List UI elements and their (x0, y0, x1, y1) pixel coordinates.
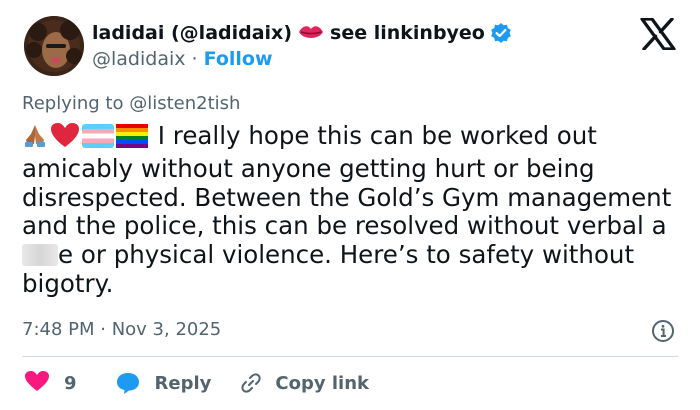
link-icon (241, 373, 261, 393)
reply-bubble-icon (116, 373, 139, 394)
replying-to: Replying to @listen2tish (22, 93, 240, 114)
info-icon[interactable] (651, 319, 675, 343)
action-bar: 9 Reply Copy link (24, 370, 369, 396)
avatar[interactable] (24, 16, 84, 76)
x-logo-icon[interactable] (640, 17, 676, 51)
censor-blur (22, 244, 58, 267)
verified-badge-icon (490, 22, 512, 44)
bio-link-text[interactable]: see linkinbyeo (330, 22, 485, 44)
rainbow-flag-icon (116, 124, 148, 155)
separator: · (191, 48, 198, 70)
handle[interactable]: @ladidaix (92, 48, 186, 70)
timestamp-link[interactable]: 7:48 PM · Nov 3, 2025 (22, 319, 221, 340)
tweet-text-part2: e or physical violence. Here’s to safety… (22, 240, 635, 298)
transgender-flag-icon (82, 124, 114, 155)
like-button[interactable]: 9 (24, 370, 77, 397)
tweet-text: I really hope this can be worked out ami… (22, 121, 692, 299)
like-count: 9 (64, 372, 77, 394)
tweet-embed-card: ladidai (@ladidaix) see linkinbyeo @ladi… (0, 0, 700, 410)
copy-link-label: Copy link (275, 372, 369, 394)
author-name-row: ladidai (@ladidaix) see linkinbyeo (92, 20, 512, 46)
red-heart-icon (50, 122, 80, 155)
display-name[interactable]: ladidai (@ladidaix) (92, 22, 292, 44)
copy-link-button[interactable]: Copy link (239, 371, 369, 395)
lips-icon (298, 23, 324, 43)
reply-mention-link[interactable]: @listen2tish (129, 93, 240, 114)
divider (22, 356, 678, 357)
follow-button[interactable]: Follow (204, 48, 273, 70)
handle-row: @ladidaix · Follow (92, 48, 273, 70)
avatar-image (24, 16, 84, 76)
reply-label: Reply (154, 372, 212, 394)
replying-prefix: Replying to (22, 93, 124, 114)
heart-icon (24, 370, 50, 397)
reply-button[interactable]: Reply (115, 371, 212, 395)
praying-hands-icon (22, 122, 48, 155)
